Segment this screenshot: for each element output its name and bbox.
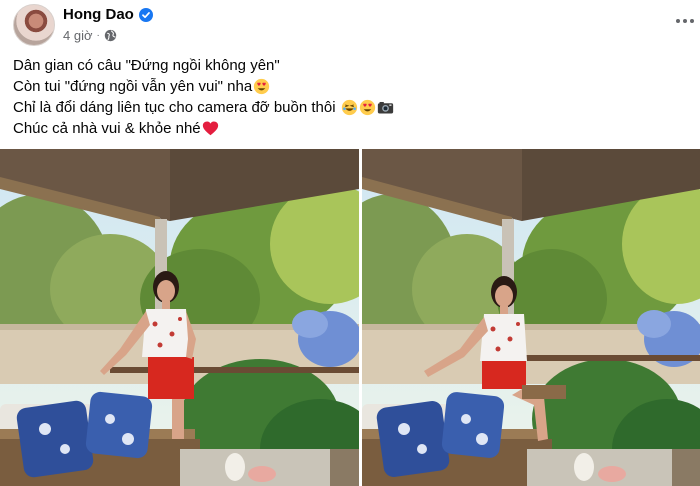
post-timestamp[interactable]: 4 giờ — [63, 28, 93, 43]
post-line-1: Dân gian có câu "Đứng ngồi không yên" — [13, 55, 394, 76]
post-line-1-text: Dân gian có câu "Đứng ngồi không yên" — [13, 57, 280, 74]
photo-grid — [0, 149, 700, 486]
photo-woman-on-patio-2[interactable] — [362, 149, 700, 486]
post-line-2: Còn tui "đứng ngồi vẫn yên vui" nha — [13, 76, 394, 97]
heart-eyes-emoji — [359, 99, 375, 116]
avatar[interactable] — [13, 4, 55, 46]
red-heart-emoji — [202, 121, 218, 136]
heart-eyes-emoji — [254, 78, 270, 95]
post-text: Dân gian có câu "Đứng ngồi không yên" Cò… — [13, 55, 394, 139]
post-line-3: Chỉ là đổi dáng liên tục cho camera đỡ b… — [13, 97, 394, 118]
post-header: Hong Dao 4 giờ · — [0, 0, 700, 50]
globe-icon[interactable] — [104, 29, 117, 42]
post-line-3-text: Chỉ là đổi dáng liên tục cho camera đỡ b… — [13, 99, 336, 116]
verified-badge-icon — [138, 7, 153, 22]
camera-emoji — [377, 101, 393, 114]
photo-woman-on-patio-1[interactable] — [0, 149, 359, 486]
author-row: Hong Dao — [63, 6, 153, 23]
post-line-4: Chúc cả nhà vui & khỏe nhé — [13, 118, 394, 139]
post-meta: 4 giờ · — [63, 28, 117, 43]
post-line-4-text: Chúc cả nhà vui & khỏe nhé — [13, 120, 201, 137]
more-options-icon[interactable] — [674, 14, 696, 28]
author-name[interactable]: Hong Dao — [63, 6, 134, 23]
meta-separator: · — [96, 30, 100, 41]
laughing-emoji — [341, 99, 357, 116]
post-line-2-text: Còn tui "đứng ngồi vẫn yên vui" nha — [13, 78, 253, 95]
